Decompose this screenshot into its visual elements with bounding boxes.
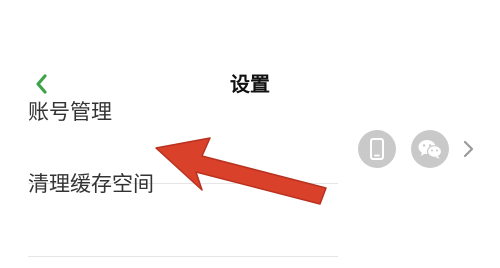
settings-item-label: 账号管理	[28, 100, 112, 124]
wechat-icon	[411, 130, 449, 168]
divider	[28, 256, 338, 257]
settings-page: 设置 账号管理 清理缓存空间	[0, 0, 500, 268]
settings-item-label: 清理缓存空间	[28, 172, 154, 196]
phone-icon	[358, 130, 396, 168]
settings-item-clear-cache[interactable]: 清理缓存空间	[0, 172, 500, 256]
chevron-right-icon	[459, 137, 479, 161]
